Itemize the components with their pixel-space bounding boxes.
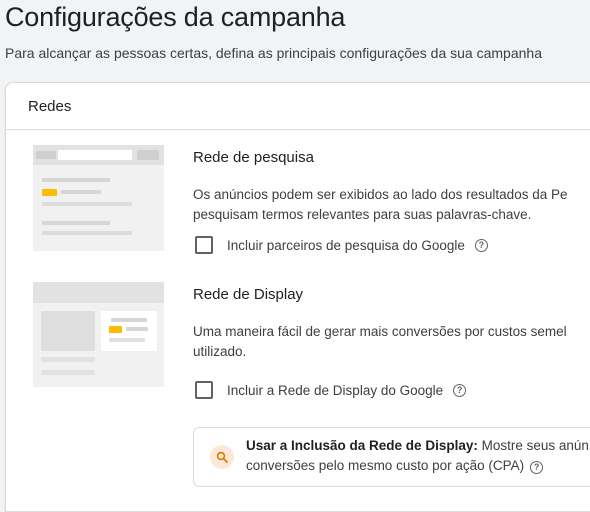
info-text-line2: conversões pelo mesmo custo por ação (CP… [246,458,525,473]
search-network-title: Rede de pesquisa [193,149,314,166]
display-expansion-info-box: Usar a Inclusão da Rede de Display: Most… [193,427,590,487]
display-network-desc-line2: utilizado. [193,344,247,359]
search-network-illustration [33,145,164,251]
info-text-line1: Mostre seus anún [477,438,589,453]
display-network-illustration [33,282,164,387]
card-header: Redes [6,83,590,130]
search-partners-row[interactable]: Incluir parceiros de pesquisa do Google … [195,236,488,254]
search-partners-checkbox[interactable] [195,236,213,254]
info-bold-text: Usar a Inclusão da Rede de Display: [246,438,478,453]
display-network-row[interactable]: Incluir a Rede de Display do Google ? [195,381,467,399]
help-circle-icon[interactable]: ? [474,238,488,252]
info-text: Usar a Inclusão da Rede de Display: Most… [246,436,589,476]
card-header-title: Redes [28,97,72,115]
display-network-desc-line1: Uma maneira fácil de gerar mais conversõ… [193,324,567,339]
display-network-checkbox[interactable] [195,381,213,399]
networks-card: Redes Rede de pesquisa Os anúncios podem… [5,82,590,512]
display-network-title: Rede de Display [193,286,304,303]
page-subtitle: Para alcançar as pessoas certas, defina … [5,45,542,61]
search-partners-label[interactable]: Incluir parceiros de pesquisa do Google [227,238,465,253]
display-network-label[interactable]: Incluir a Rede de Display do Google [227,383,443,398]
page-title: Configurações da campanha [5,2,346,32]
help-circle-icon[interactable]: ? [530,461,544,474]
search-network-desc-line2: pesquisam termos relevantes para suas pa… [193,207,532,222]
search-network-desc-line1: Os anúncios podem ser exibidos ao lado d… [193,187,568,202]
search-icon [210,445,234,469]
help-circle-icon[interactable]: ? [453,383,467,397]
